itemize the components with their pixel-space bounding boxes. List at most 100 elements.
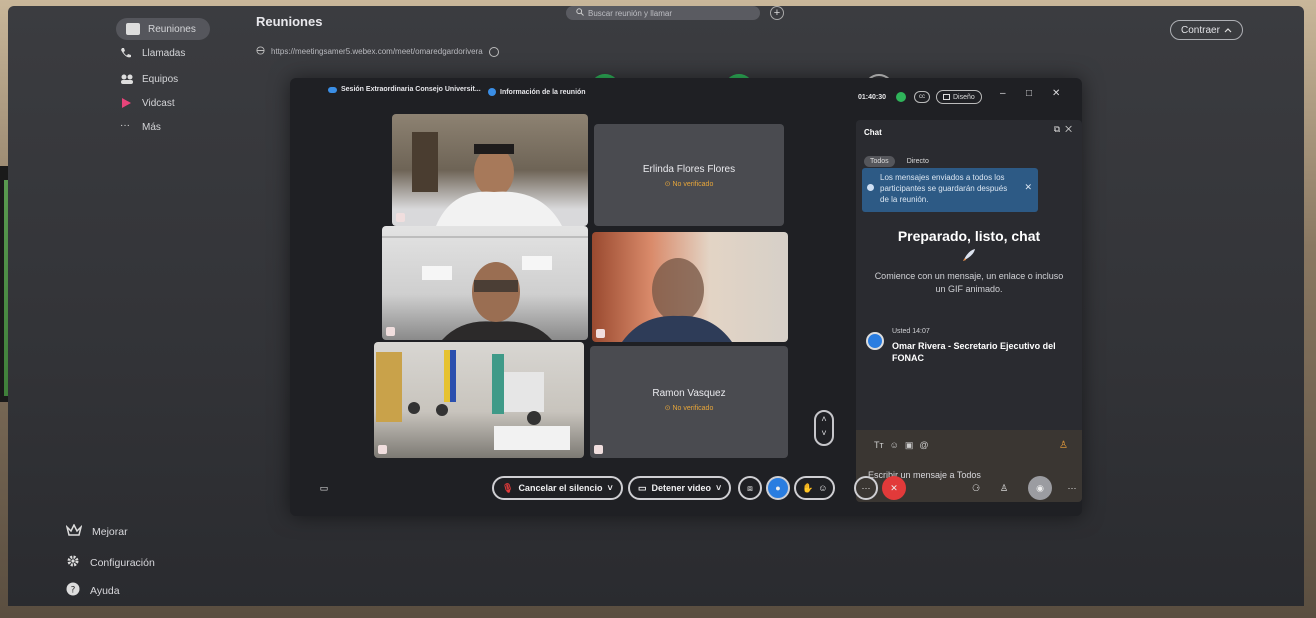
more-icon[interactable]: ···	[1060, 476, 1084, 500]
popout-icon[interactable]: ⧉	[1054, 124, 1060, 134]
hand-icon: ✋	[802, 482, 814, 493]
unmute-label: Cancelar el silencio	[518, 483, 603, 493]
page-title: Reuniones	[256, 14, 323, 29]
message-text: Omar Rivera - Secretario Ejecutivo del F…	[892, 341, 1056, 363]
chat-title: Chat	[864, 128, 882, 137]
sidebar-item-label: Configuración	[90, 556, 155, 569]
meeting-title: Sesión Extraordinaria Consejo Universit.…	[328, 86, 481, 93]
chat-empty-title: Preparado, listo, chat	[897, 228, 1041, 244]
end-call-button[interactable]: ✕	[882, 476, 906, 500]
participants-icon[interactable]: ♙	[992, 476, 1016, 500]
search-input[interactable]: Buscar reunión y llamar	[566, 6, 760, 20]
muted-icon	[378, 445, 387, 454]
captions-button[interactable]: cc	[914, 91, 930, 103]
meeting-info-button[interactable]: Información de la reunión	[488, 88, 586, 96]
more-icon: ···	[120, 120, 130, 131]
video-tile-3[interactable]	[382, 226, 588, 340]
share-button[interactable]: ⧈	[738, 476, 762, 500]
unverified-badge: ⊙ No verificado	[594, 180, 784, 188]
chat-button[interactable]: ◉	[1028, 476, 1052, 500]
video-tile-2[interactable]: Erlinda Flores Flores ⊙ No verificado	[594, 124, 784, 226]
gif-icon[interactable]: ▣	[905, 440, 914, 451]
muted-icon	[386, 327, 395, 336]
avatar	[866, 332, 884, 350]
mic-muted-icon: 🎙︎	[502, 482, 514, 493]
chat-tabs: Todos Directo	[864, 156, 935, 167]
emoji-icon[interactable]: ☺	[890, 440, 899, 451]
chat-controls: ⧉ ✕	[1054, 124, 1072, 135]
taskbar	[238, 602, 578, 606]
team-icon	[120, 73, 134, 85]
muted-icon	[396, 213, 405, 222]
chevron-down-icon[interactable]: ˅	[816, 426, 832, 440]
meeting-toolbar: ▭ 🎙︎ Cancelar el silencio ˅ ▭ Detener vi…	[290, 474, 1082, 504]
close-icon[interactable]: ✕	[1024, 182, 1032, 193]
video-tile-6[interactable]: Ramon Vasquez ⊙ No verificado	[590, 346, 788, 458]
maximize-button[interactable]: □	[1026, 88, 1032, 99]
page-scroll-control[interactable]: ˄ ˅	[814, 410, 834, 446]
participant-video	[622, 258, 732, 342]
phone-icon	[120, 47, 134, 59]
info-icon	[867, 184, 874, 191]
meeting-title-text: Sesión Extraordinaria Consejo Universit.…	[341, 86, 481, 93]
sidebar-item-label: Más	[142, 121, 161, 133]
minimize-button[interactable]: –	[1000, 88, 1006, 99]
globe-icon	[256, 46, 265, 57]
chevron-up-icon[interactable]: ˄	[816, 412, 832, 426]
video-tile-5[interactable]	[374, 342, 584, 458]
sidebar-item-mas[interactable]: ··· Más	[120, 116, 161, 138]
chevron-down-icon: ˅	[716, 483, 722, 493]
close-icon[interactable]: ✕	[1065, 124, 1072, 134]
video-tile-1[interactable]	[392, 114, 588, 226]
grid-icon	[943, 94, 950, 100]
clock-icon: ⊙	[664, 405, 671, 412]
emoji-icon: ☺	[818, 483, 828, 493]
sidebar-item-llamadas[interactable]: Llamadas	[120, 42, 185, 64]
rocket-icon	[960, 248, 976, 269]
sidebar-item-mejorar[interactable]: Mejorar	[65, 523, 128, 539]
layout-label: Diseño	[953, 93, 975, 101]
collapse-button[interactable]: Contraer	[1170, 20, 1243, 40]
copy-icon[interactable]	[488, 46, 499, 57]
ai-assistant-button[interactable]: ●	[766, 476, 790, 500]
sidebar-item-label: Reuniones	[148, 23, 196, 35]
tab-directo[interactable]: Directo	[901, 156, 935, 167]
meeting-timer: 01:40:30	[858, 94, 887, 101]
chat-panel: Chat ⧉ ✕ Todos Directo Los mensajes envi…	[856, 120, 1082, 502]
meeting-info-label: Información de la reunión	[500, 88, 586, 96]
search-placeholder: Buscar reunión y llamar	[588, 8, 673, 18]
sidebar-item-reuniones[interactable]: Reuniones	[116, 18, 210, 40]
sidebar-item-label: Ayuda	[90, 584, 120, 597]
participant-video	[412, 132, 562, 226]
closed-caption-icon[interactable]: ▭	[312, 476, 336, 500]
message-meta: Usted 14:07	[892, 328, 930, 335]
text-format-icon[interactable]: Tт	[874, 440, 884, 451]
sidebar-item-vidcast[interactable]: Vidcast	[120, 92, 175, 114]
meeting-url-text: https://meetingsamer5.webex.com/meet/oma…	[271, 47, 483, 56]
person-icon[interactable]: ♙	[1059, 440, 1068, 451]
unmute-button[interactable]: 🎙︎ Cancelar el silencio ˅	[492, 476, 623, 500]
sidebar-item-ayuda[interactable]: ? Ayuda	[66, 582, 120, 599]
video-tile-4[interactable]	[592, 232, 788, 342]
sidebar-item-configuracion[interactable]: Configuración	[66, 554, 155, 571]
add-button[interactable]: +	[770, 6, 784, 20]
sidebar-item-label: Equipos	[142, 73, 179, 85]
crown-icon	[65, 523, 83, 539]
mention-icon[interactable]: @	[919, 440, 928, 451]
info-icon	[488, 88, 496, 96]
stop-video-button[interactable]: ▭ Detener video ˅	[628, 476, 732, 500]
layout-button[interactable]: Diseño	[936, 90, 982, 104]
tab-todos[interactable]: Todos	[864, 156, 895, 167]
meeting-url[interactable]: https://meetingsamer5.webex.com/meet/oma…	[256, 46, 499, 57]
connection-status-icon	[896, 92, 906, 102]
more-options-button[interactable]: ···	[854, 476, 878, 500]
reactions-button[interactable]: ✋ ☺	[794, 476, 836, 500]
chat-notice-text: Los mensajes enviados a todos los partic…	[880, 173, 1008, 204]
gear-icon	[66, 554, 80, 571]
chevron-down-icon: ˅	[607, 483, 613, 493]
meeting-window: Sesión Extraordinaria Consejo Universit.…	[290, 78, 1082, 516]
close-window-button[interactable]: ✕	[1052, 88, 1060, 99]
participant-name: Erlinda Flores Flores	[642, 164, 736, 175]
sidebar-item-equipos[interactable]: Equipos	[120, 68, 178, 90]
breakout-icon[interactable]: ⚆	[964, 476, 988, 500]
